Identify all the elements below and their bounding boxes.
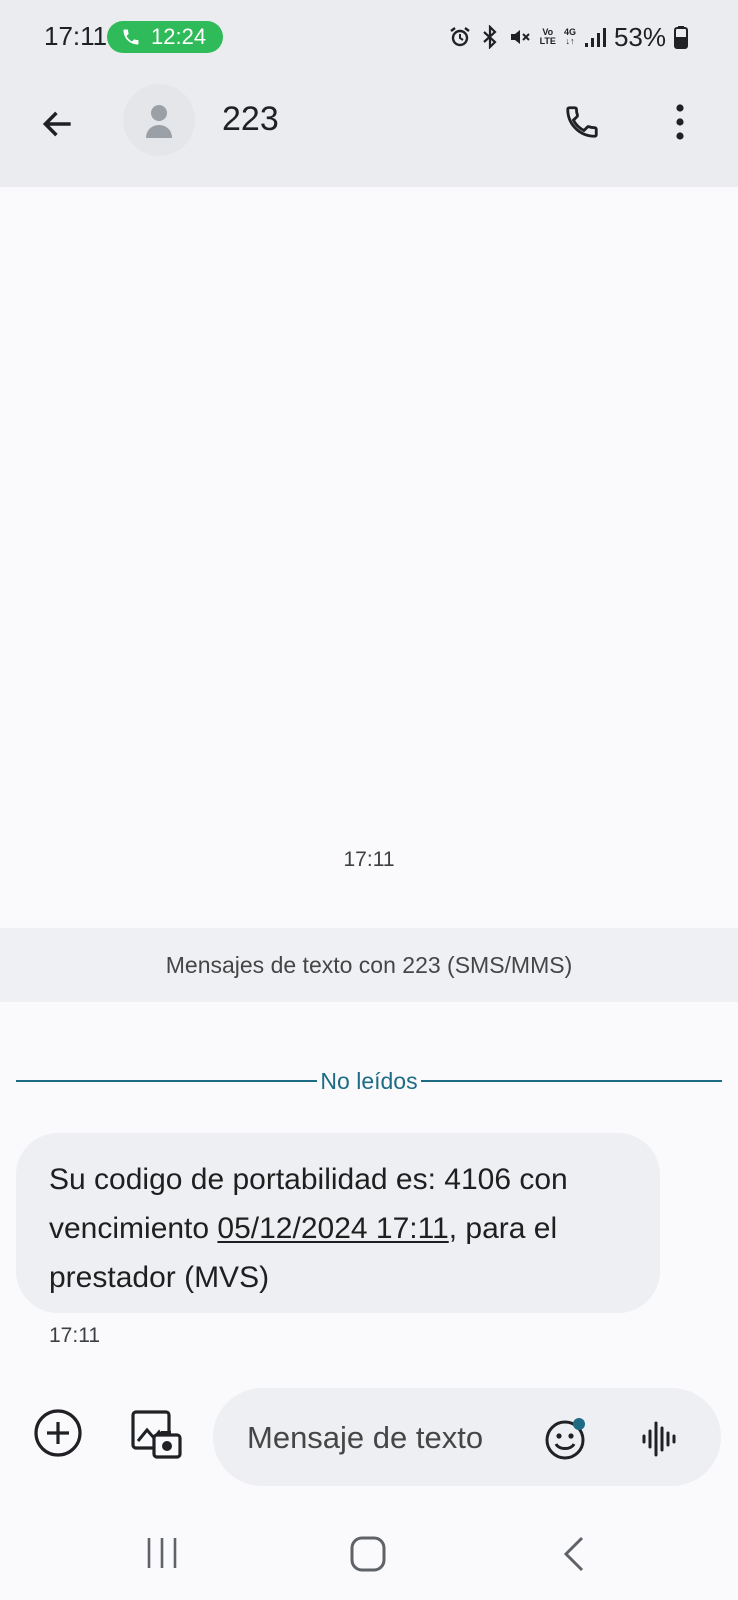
signal-icon <box>584 28 606 47</box>
unread-divider: No leídos <box>16 1066 723 1096</box>
call-button[interactable] <box>558 98 606 146</box>
emoji-icon <box>545 1418 585 1460</box>
battery-icon <box>674 26 688 49</box>
system-nav-bar <box>0 1500 738 1600</box>
avatar-person-icon <box>146 105 172 138</box>
nav-back-button[interactable] <box>562 1536 586 1577</box>
mute-icon <box>510 30 530 44</box>
more-options-button[interactable] <box>656 98 704 146</box>
status-time: 17:11 <box>44 21 108 51</box>
alarm-icon <box>449 27 470 47</box>
call-duration: 12:24 <box>151 24 207 49</box>
home-icon <box>350 1536 386 1572</box>
contact-avatar[interactable] <box>123 84 195 156</box>
network-4g-icon: 4G ↓↑ <box>563 27 576 46</box>
home-button[interactable] <box>350 1536 386 1577</box>
bluetooth-icon <box>482 25 497 49</box>
unread-label: No leídos <box>320 1067 418 1094</box>
recents-icon <box>147 1538 177 1568</box>
gallery-button[interactable] <box>128 1407 184 1463</box>
conversation-timestamp: 17:11 <box>343 848 395 871</box>
phone-icon <box>566 106 598 138</box>
voice-waveform-icon <box>642 1421 676 1457</box>
more-vert-icon <box>676 104 684 140</box>
recents-button[interactable] <box>145 1536 179 1575</box>
gallery-camera-icon <box>131 1410 182 1459</box>
voice-message-button[interactable] <box>637 1416 683 1462</box>
call-chip-phone-icon <box>123 29 139 45</box>
emoji-button[interactable] <box>543 1416 589 1462</box>
unread-line-left <box>16 1080 318 1082</box>
message-input[interactable]: Mensaje de texto <box>213 1388 721 1486</box>
battery-percent: 53% <box>613 21 666 52</box>
message-input-placeholder: Mensaje de texto <box>247 1420 484 1455</box>
nav-back-icon <box>563 1536 584 1572</box>
volte-bottom: LTE <box>539 36 556 46</box>
composer-bar: Mensaje de texto <box>0 1380 738 1500</box>
message-bubble[interactable]: Su codigo de portabilidad es: 4106 con v… <box>16 1133 660 1313</box>
back-arrow-icon <box>42 111 71 137</box>
contact-name: 223 <box>222 100 279 138</box>
ongoing-call-chip[interactable]: 12:24 <box>107 21 223 53</box>
conversation-header: 223 <box>0 72 738 187</box>
status-icons: Vo LTE 4G ↓↑ 53% <box>448 22 688 52</box>
add-circle-icon <box>34 1409 82 1457</box>
status-bar: 17:11 12:24 Vo LTE 4G ↓↑ 53% <box>0 0 738 72</box>
sms-info-banner: Mensajes de texto con 223 (SMS/MMS) <box>0 928 738 1002</box>
attach-button[interactable] <box>32 1407 84 1459</box>
back-button[interactable] <box>34 100 82 148</box>
message-date-link[interactable]: 05/12/2024 17:11 <box>217 1212 448 1245</box>
unread-line-right <box>420 1080 723 1082</box>
volte-icon: Vo LTE <box>540 28 556 46</box>
message-time: 17:11 <box>49 1324 100 1347</box>
